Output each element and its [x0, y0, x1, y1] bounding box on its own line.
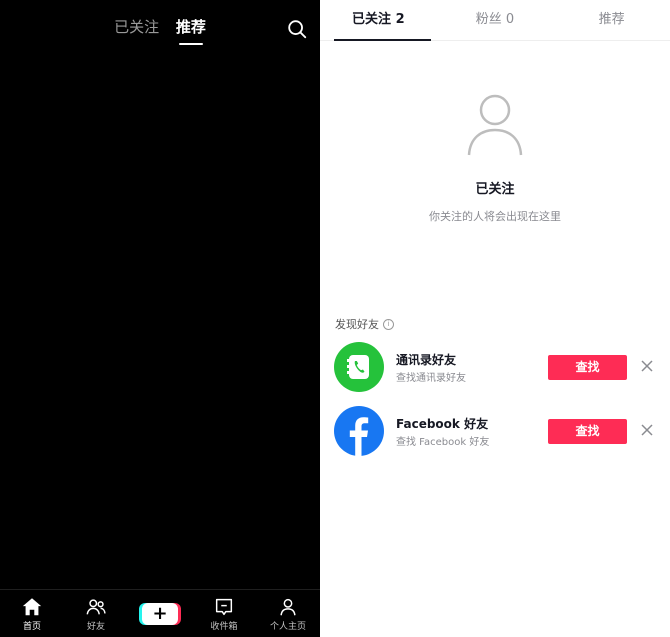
profile-icon	[280, 598, 296, 615]
discover-friends-title: 发现好友	[335, 318, 379, 331]
tabbar-profile[interactable]: 个人主页	[258, 590, 318, 637]
tabbar-profile-label: 个人主页	[269, 621, 306, 632]
tab-following-count[interactable]: 已关注 2	[320, 0, 437, 41]
facebook-friends-subtitle: 查找 Facebook 好友	[396, 437, 490, 448]
feed-tabs: 已关注 推荐	[0, 16, 320, 37]
tabbar-inbox[interactable]: 收件箱	[194, 590, 254, 637]
info-icon[interactable]: i	[383, 318, 394, 330]
empty-state-title: 已关注	[475, 182, 515, 197]
plus-icon: +	[139, 602, 181, 625]
bottom-tabbar: 首页 好友 + 收件箱 个人主页	[0, 589, 320, 637]
facebook-icon	[334, 406, 384, 456]
tabbar-home-label: 首页	[22, 621, 41, 632]
following-screen: 已关注 2 粉丝 0 推荐 已关注 你关注的人将会出现在这里 发现好友 i 通讯…	[320, 0, 670, 637]
tab-followers-count[interactable]: 粉丝 0	[437, 0, 554, 40]
following-tabs: 已关注 2 粉丝 0 推荐	[320, 0, 670, 41]
tabbar-home[interactable]: 首页	[2, 590, 62, 637]
close-icon[interactable]	[640, 422, 654, 436]
contacts-friends-name: 通讯录好友	[396, 353, 457, 367]
find-contacts-button[interactable]: 查找	[548, 355, 627, 380]
tabbar-friends[interactable]: 好友	[66, 590, 126, 637]
tabbar-friends-label: 好友	[86, 621, 105, 632]
create-button[interactable]: +	[130, 590, 190, 637]
contacts-icon	[334, 342, 384, 392]
facebook-friends-name: Facebook 好友	[396, 417, 489, 431]
friends-icon	[86, 598, 106, 614]
facebook-friends-row: Facebook 好友 查找 Facebook 好友 查找	[334, 406, 664, 458]
feed-screen: 已关注 推荐 首页 好友 + 收件箱 个人主页	[0, 0, 320, 637]
contacts-friends-row: 通讯录好友 查找通讯录好友 查找	[334, 342, 664, 394]
find-facebook-button[interactable]: 查找	[548, 419, 627, 444]
discover-friends-header: 发现好友 i	[335, 316, 394, 332]
inbox-icon	[215, 598, 233, 615]
empty-user-icon	[467, 93, 523, 157]
empty-state-subtitle: 你关注的人将会出现在这里	[429, 210, 561, 223]
close-icon[interactable]	[640, 358, 654, 372]
contacts-friends-subtitle: 查找通讯录好友	[396, 373, 466, 384]
tab-suggested[interactable]: 推荐	[553, 0, 670, 40]
tab-following[interactable]: 已关注	[114, 16, 159, 37]
home-icon	[22, 597, 42, 615]
tab-for-you[interactable]: 推荐	[176, 16, 206, 37]
tabbar-inbox-label: 收件箱	[210, 621, 238, 632]
search-icon[interactable]	[286, 18, 308, 40]
